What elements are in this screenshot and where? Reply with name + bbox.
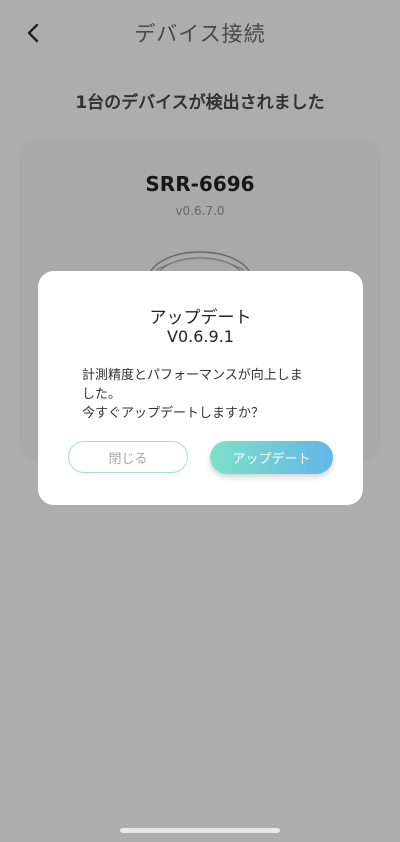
dialog-title: アップデート xyxy=(149,308,252,328)
home-indicator[interactable] xyxy=(120,828,280,833)
dialog-message: 計測精度とパフォーマンスが向上しま した。 今すぐアップデートしますか？ xyxy=(82,368,303,421)
update-dialog: アップデート V0.6.9.1 計測精度とパフォーマンスが向上しま した。 今す… xyxy=(38,271,363,505)
app-screen: デバイス接続 1台のデバイスが検出されました SRR-6696 v0.6.7.0… xyxy=(0,0,400,842)
close-button[interactable]: 閉じる xyxy=(68,441,188,473)
dialog-version: V0.6.9.1 xyxy=(167,327,234,346)
update-button[interactable]: アップデート xyxy=(210,441,333,474)
